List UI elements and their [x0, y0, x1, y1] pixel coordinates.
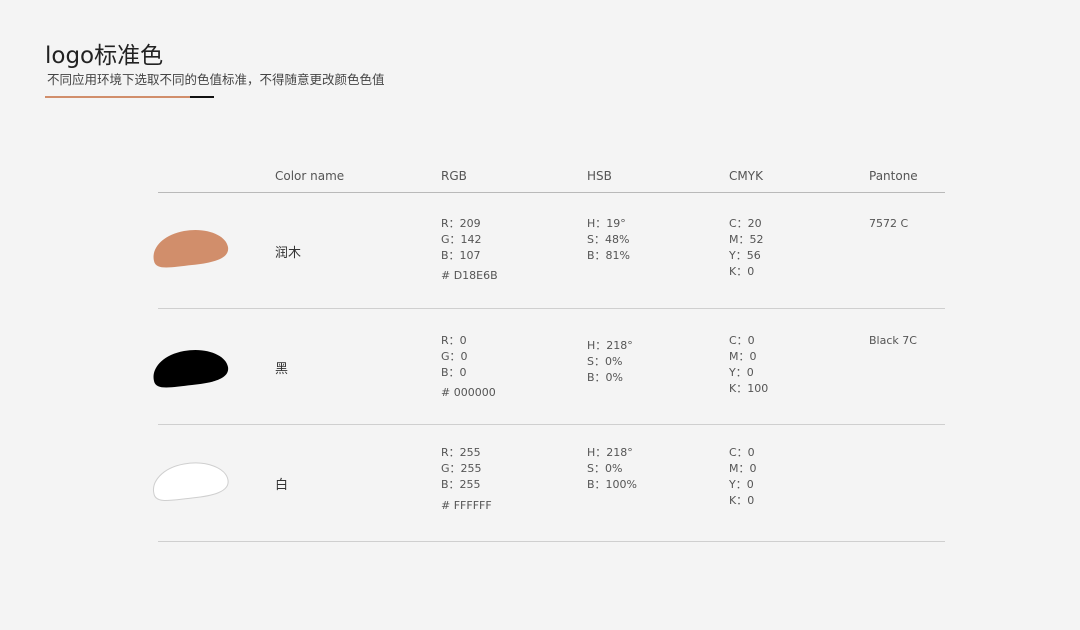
rgb-b: B：0: [441, 366, 467, 379]
hsb-h: H：218°: [587, 339, 633, 352]
color-name: 白: [275, 478, 289, 493]
swatch-white: [150, 460, 230, 506]
cmyk-k: K：100: [729, 382, 769, 395]
hsb-values: H：19° S：48% B：81%: [587, 216, 630, 264]
cmyk-y: Y：0: [729, 478, 754, 491]
column-header-color-name: Color name: [275, 169, 345, 183]
swatch-runmu: [150, 227, 230, 273]
rgb-r: R：209: [441, 217, 481, 230]
cmyk-c: C：0: [729, 334, 755, 347]
hsb-b: B：81%: [587, 249, 630, 262]
hsb-h: H：19°: [587, 217, 626, 230]
cmyk-m: M：52: [729, 233, 764, 246]
title-underline: [45, 96, 214, 98]
row-divider: [158, 541, 945, 542]
row-divider: [158, 308, 945, 309]
hsb-b: B：0%: [587, 371, 623, 384]
column-header-rgb: RGB: [441, 169, 467, 183]
cmyk-c: C：20: [729, 217, 762, 230]
page-title: logo标准色: [45, 43, 164, 69]
color-name: 润木: [275, 246, 302, 261]
hsb-values: H：218° S：0% B：0%: [587, 338, 633, 386]
rgb-b: B：107: [441, 249, 481, 262]
cmyk-y: Y：0: [729, 366, 754, 379]
cmyk-k: K：0: [729, 265, 755, 278]
header-divider: [158, 192, 945, 193]
rgb-g: G：142: [441, 233, 482, 246]
rgb-g: G：0: [441, 350, 468, 363]
hsb-b: B：100%: [587, 478, 637, 491]
cmyk-k: K：0: [729, 494, 755, 507]
color-name: 黑: [275, 362, 289, 377]
hsb-s: S：0%: [587, 462, 623, 475]
hex-value: # FFFFFF: [441, 499, 492, 512]
pantone-value: 7572 C: [869, 217, 909, 230]
underline-dark: [190, 96, 214, 98]
rgb-values: R：0 G：0 B：0: [441, 333, 468, 381]
cmyk-values: C：0 M：0 Y：0 K：100: [729, 333, 768, 397]
row-divider: [158, 424, 945, 425]
hsb-s: S：48%: [587, 233, 630, 246]
cmyk-m: M：0: [729, 350, 757, 363]
column-header-pantone: Pantone: [869, 169, 918, 183]
hex-value: # 000000: [441, 386, 496, 399]
underline-accent: [45, 96, 190, 98]
rgb-r: R：0: [441, 334, 467, 347]
cmyk-y: Y：56: [729, 249, 761, 262]
rgb-values: R：255 G：255 B：255: [441, 445, 482, 493]
pantone-value: Black 7C: [869, 334, 917, 347]
page-subtitle: 不同应用环境下选取不同的色值标准，不得随意更改颜色色值: [47, 72, 385, 87]
cmyk-m: M：0: [729, 462, 757, 475]
rgb-g: G：255: [441, 462, 482, 475]
cmyk-values: C：20 M：52 Y：56 K：0: [729, 216, 764, 280]
rgb-values: R：209 G：142 B：107: [441, 216, 482, 264]
hsb-h: H：218°: [587, 446, 633, 459]
rgb-b: B：255: [441, 478, 481, 491]
hex-value: # D18E6B: [441, 269, 498, 282]
cmyk-c: C：0: [729, 446, 755, 459]
column-header-hsb: HSB: [587, 169, 612, 183]
cmyk-values: C：0 M：0 Y：0 K：0: [729, 445, 757, 509]
hsb-s: S：0%: [587, 355, 623, 368]
swatch-black: [150, 347, 230, 393]
swatch-shape-1: [153, 229, 229, 268]
hsb-values: H：218° S：0% B：100%: [587, 445, 637, 493]
column-header-cmyk: CMYK: [729, 169, 763, 183]
swatch-shape-2: [153, 349, 229, 388]
rgb-r: R：255: [441, 446, 481, 459]
swatch-shape-3: [153, 462, 229, 501]
